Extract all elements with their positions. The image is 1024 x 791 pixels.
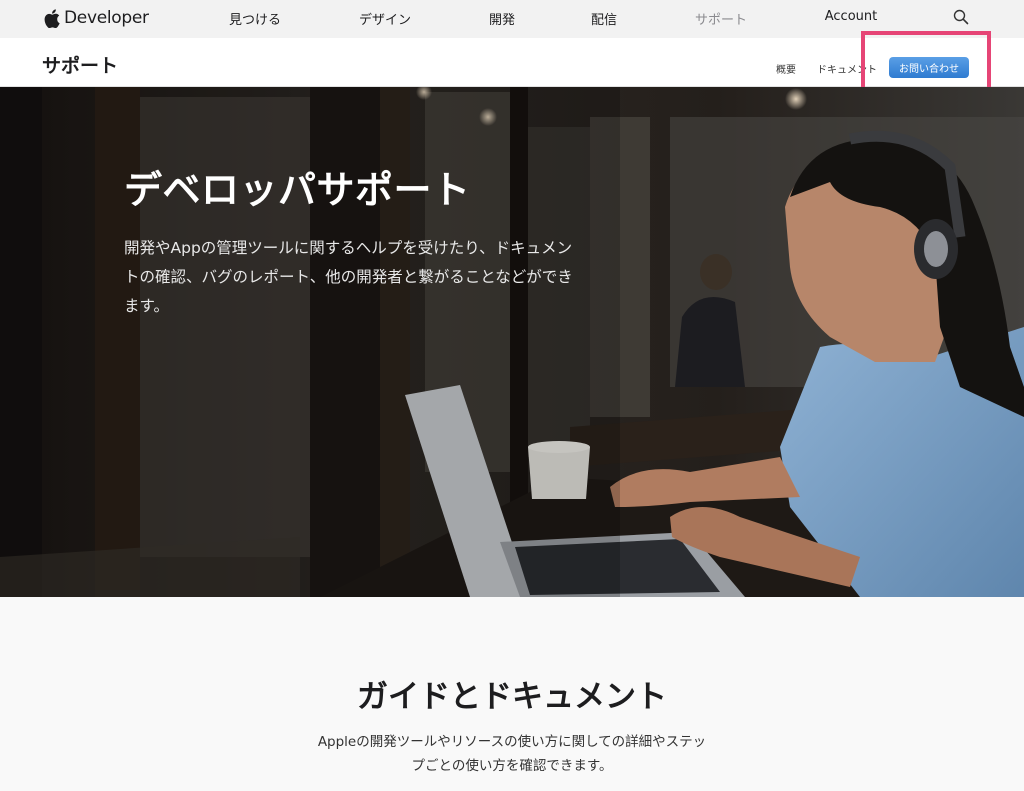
- hero-description: 開発やAppの管理ツールに関するヘルプを受けたり、ドキュメントの確認、バグのレポ…: [124, 239, 573, 315]
- brand-label: Developer: [64, 8, 149, 28]
- nav-link-develop[interactable]: 開発: [489, 9, 515, 28]
- local-nav-title[interactable]: サポート: [42, 51, 118, 78]
- contact-us-button[interactable]: お問い合わせ: [889, 57, 969, 78]
- hero-section: デベロッパサポート 開発やAppの管理ツールに関するヘルプを受けたり、ドキュメン…: [0, 87, 1024, 597]
- hero-title: デベロッパサポート: [124, 168, 471, 212]
- local-nav-link-documentation[interactable]: ドキュメント: [817, 61, 877, 76]
- local-nav-link-overview[interactable]: 概要: [776, 61, 796, 76]
- section-title: ガイドとドキュメント: [357, 679, 667, 715]
- apple-logo-icon: [44, 8, 60, 28]
- developer-home-link[interactable]: Developer: [44, 6, 149, 30]
- nav-link-support[interactable]: サポート: [695, 9, 747, 28]
- local-nav: サポート 概要 ドキュメント お問い合わせ: [0, 38, 1024, 87]
- guides-section: ガイドとドキュメント Appleの開発ツールやリソースの使い方に関しての詳細やス…: [0, 597, 1024, 791]
- search-icon[interactable]: [953, 9, 969, 25]
- nav-link-discover[interactable]: 見つける: [229, 9, 281, 28]
- nav-link-account[interactable]: Account: [825, 9, 878, 24]
- section-description: Appleの開発ツールやリソースの使い方に関しての詳細やステップごとの使い方を確…: [317, 734, 707, 774]
- global-nav: Developer 見つける デザイン 開発 配信 サポート Account: [0, 0, 1024, 38]
- nav-link-distribute[interactable]: 配信: [591, 9, 617, 28]
- nav-link-design[interactable]: デザイン: [359, 9, 411, 28]
